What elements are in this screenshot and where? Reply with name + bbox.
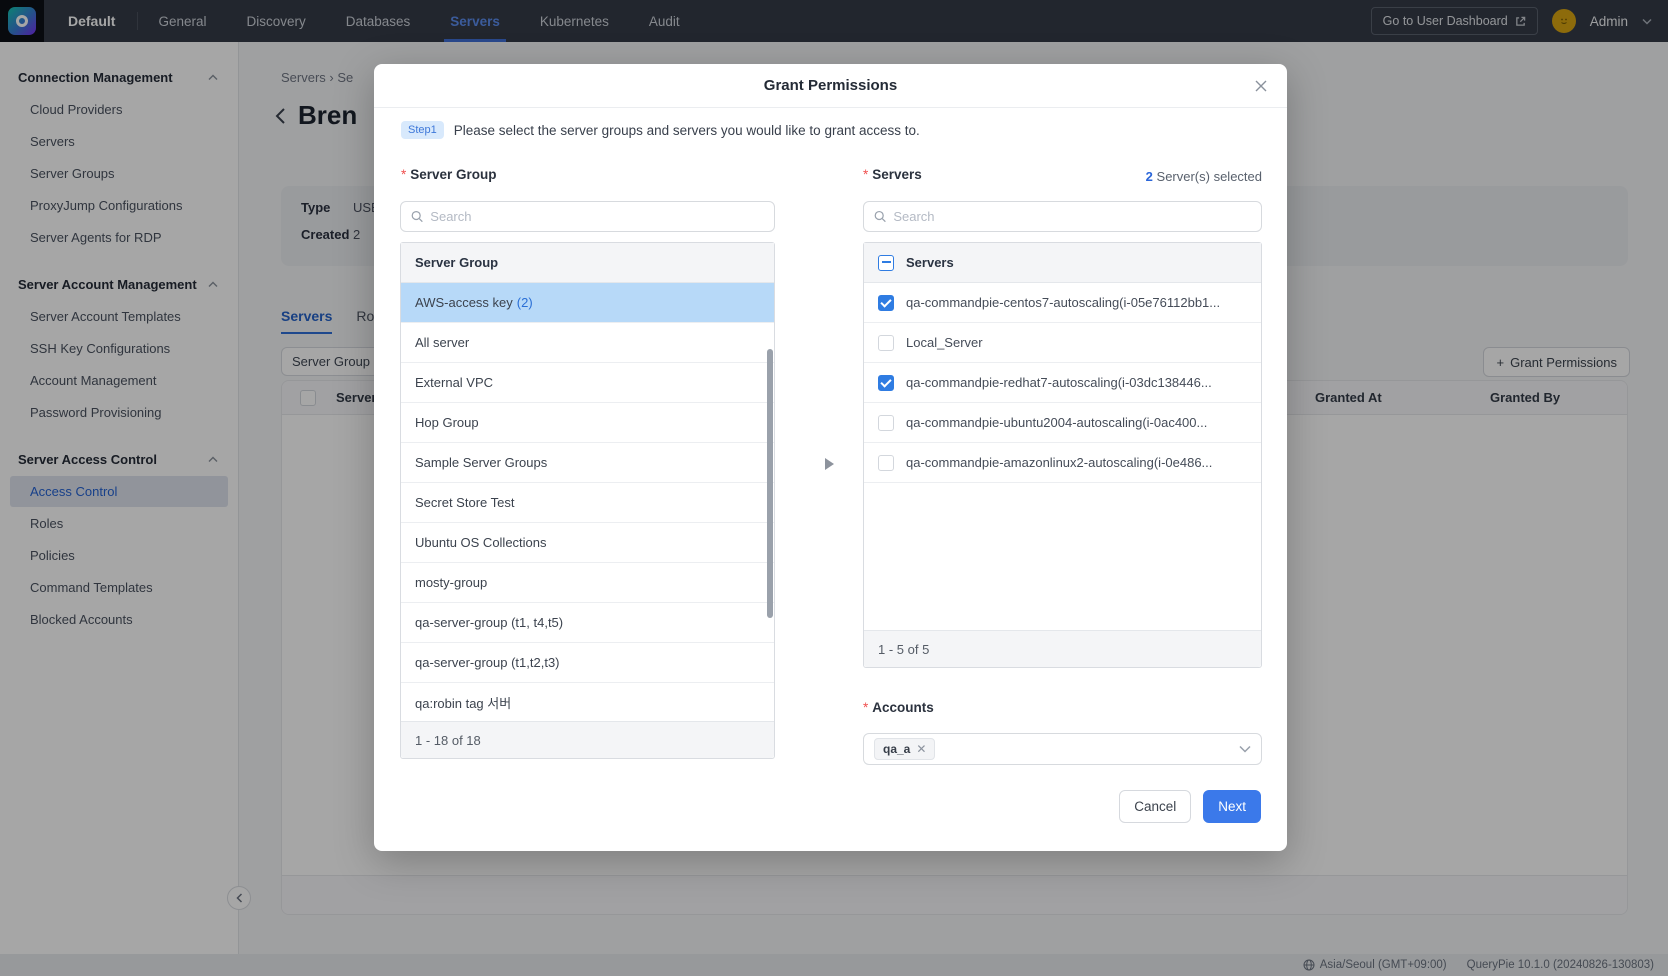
account-tag: qa_a ✕: [874, 738, 935, 760]
server-name: qa-commandpie-centos7-autoscaling(i-05e7…: [906, 295, 1247, 310]
checkbox-unchecked[interactable]: [878, 455, 894, 471]
checkbox-checked[interactable]: [878, 375, 894, 391]
server-group-search[interactable]: [400, 201, 775, 232]
server-group-name: Secret Store Test: [415, 495, 514, 510]
server-group-row[interactable]: Secret Store Test: [401, 483, 774, 523]
step-description: Please select the server groups and serv…: [454, 123, 920, 138]
grant-permissions-modal: Grant Permissions Step1 Please select th…: [374, 64, 1287, 851]
server-group-list-header: Server Group: [415, 255, 498, 270]
required-asterisk: *: [863, 167, 868, 182]
server-group-row[interactable]: External VPC: [401, 363, 774, 403]
servers-select-all-checkbox[interactable]: [878, 255, 894, 271]
checkbox-checked[interactable]: [878, 295, 894, 311]
remove-tag-icon[interactable]: ✕: [916, 742, 926, 756]
server-group-name: qa:robin tag 서버: [415, 693, 511, 712]
next-button[interactable]: Next: [1203, 790, 1261, 823]
server-row[interactable]: Local_Server: [864, 323, 1261, 363]
server-group-name: Sample Server Groups: [415, 455, 547, 470]
step-badge: Step1: [401, 121, 444, 139]
servers-list-header: Servers: [906, 255, 954, 270]
server-group-row[interactable]: mosty-group: [401, 563, 774, 603]
server-group-row[interactable]: All server: [401, 323, 774, 363]
server-group-row[interactable]: Ubuntu OS Collections: [401, 523, 774, 563]
close-icon[interactable]: [1251, 76, 1271, 96]
server-name: Local_Server: [906, 335, 1247, 350]
scrollbar-thumb[interactable]: [767, 349, 773, 618]
server-name: qa-commandpie-ubuntu2004-autoscaling(i-0…: [906, 415, 1247, 430]
app-window: Default GeneralDiscoveryDatabasesServers…: [0, 0, 1668, 976]
servers-list-count: 1 - 5 of 5: [864, 630, 1261, 667]
server-name: qa-commandpie-redhat7-autoscaling(i-03dc…: [906, 375, 1247, 390]
server-group-row[interactable]: qa:robin tag 서버: [401, 683, 774, 723]
required-asterisk: *: [401, 167, 406, 182]
chevron-down-icon: [1239, 745, 1251, 753]
server-group-name: External VPC: [415, 375, 493, 390]
modal-title: Grant Permissions: [764, 77, 897, 94]
server-group-row[interactable]: qa-server-group (t1, t4,t5): [401, 603, 774, 643]
server-group-row[interactable]: Sample Server Groups: [401, 443, 774, 483]
transfer-arrow-icon: [825, 458, 834, 470]
servers-search-input[interactable]: [893, 209, 1251, 224]
server-row[interactable]: qa-commandpie-ubuntu2004-autoscaling(i-0…: [864, 403, 1261, 443]
accounts-select[interactable]: qa_a ✕: [863, 733, 1262, 765]
server-group-name: Ubuntu OS Collections: [415, 535, 547, 550]
servers-search[interactable]: [863, 201, 1262, 232]
server-row[interactable]: qa-commandpie-centos7-autoscaling(i-05e7…: [864, 283, 1261, 323]
server-group-name: Hop Group: [415, 415, 479, 430]
search-icon: [874, 210, 886, 223]
required-asterisk: *: [863, 700, 868, 715]
server-group-row[interactable]: AWS-access key (2): [401, 283, 774, 323]
search-icon: [411, 210, 423, 223]
server-group-label: *Server Group: [401, 167, 497, 182]
server-row[interactable]: qa-commandpie-redhat7-autoscaling(i-03dc…: [864, 363, 1261, 403]
server-group-search-input[interactable]: [430, 209, 764, 224]
server-group-name: mosty-group: [415, 575, 487, 590]
server-group-list-count: 1 - 18 of 18: [401, 721, 774, 758]
server-group-count: (2): [517, 295, 533, 310]
accounts-label: *Accounts: [863, 700, 934, 715]
server-group-name: qa-server-group (t1, t4,t5): [415, 615, 563, 630]
checkbox-unchecked[interactable]: [878, 415, 894, 431]
servers-list: Servers qa-commandpie-centos7-autoscalin…: [863, 242, 1262, 668]
server-row[interactable]: qa-commandpie-amazonlinux2-autoscaling(i…: [864, 443, 1261, 483]
server-group-list: Server Group AWS-access key (2) All server…: [400, 242, 775, 759]
server-group-name: AWS-access key: [415, 295, 513, 310]
selected-count-info: 2 Server(s) selected: [1146, 169, 1262, 184]
cancel-button[interactable]: Cancel: [1119, 790, 1191, 823]
server-group-name: All server: [415, 335, 469, 350]
server-name: qa-commandpie-amazonlinux2-autoscaling(i…: [906, 455, 1247, 470]
server-group-name: qa-server-group (t1,t2,t3): [415, 655, 560, 670]
servers-label: *Servers: [863, 167, 922, 182]
server-group-row[interactable]: Hop Group: [401, 403, 774, 443]
checkbox-unchecked[interactable]: [878, 335, 894, 351]
server-group-row[interactable]: qa-server-group (t1,t2,t3): [401, 643, 774, 683]
